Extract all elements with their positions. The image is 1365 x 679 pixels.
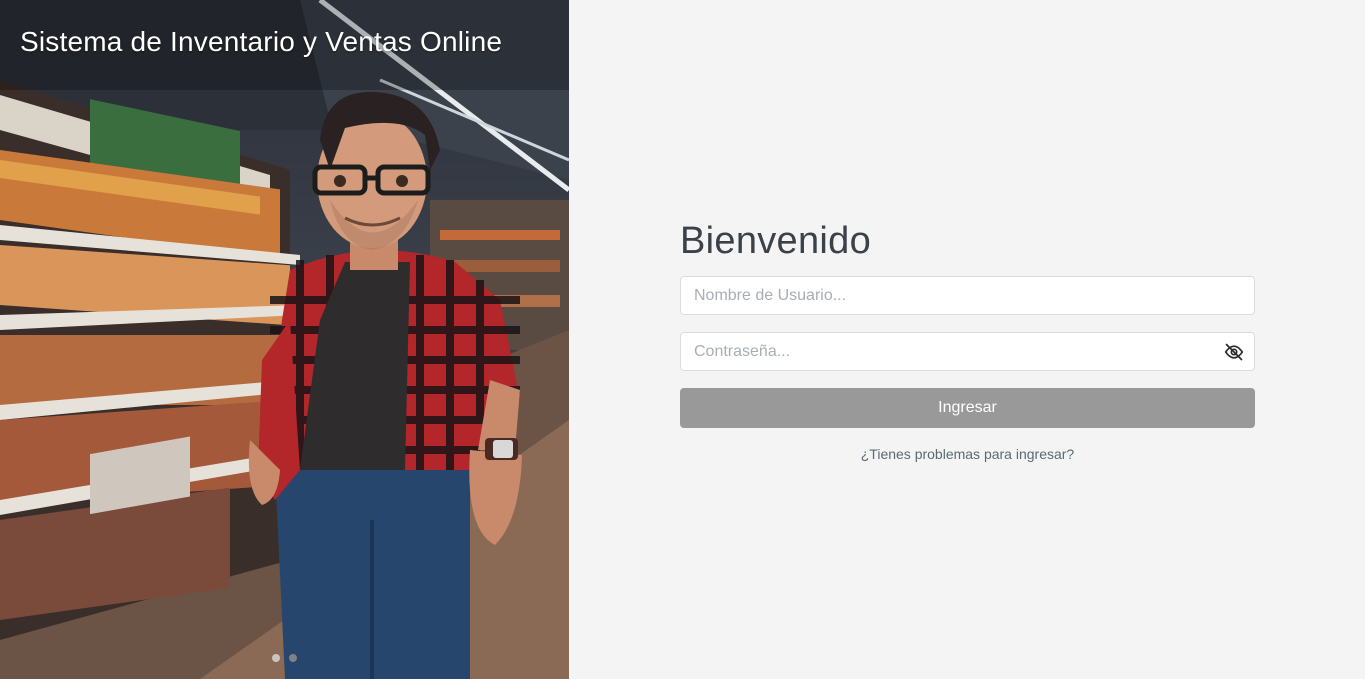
app-title: Sistema de Inventario y Ventas Online <box>20 26 503 57</box>
hero-panel: Sistema de Inventario y Ventas Online <box>0 0 569 679</box>
password-input[interactable] <box>681 333 1254 370</box>
welcome-heading: Bienvenido <box>680 220 872 262</box>
carousel-dot-2[interactable] <box>289 654 297 662</box>
carousel-dot-1[interactable] <box>272 654 280 662</box>
login-form: Bienvenido Ingresar ¿Tienes problemas pa… <box>680 220 1255 462</box>
eye-off-icon[interactable] <box>1224 342 1244 362</box>
username-input[interactable] <box>681 277 1254 314</box>
hero-image <box>0 0 569 679</box>
login-button[interactable]: Ingresar <box>680 388 1255 428</box>
carousel-indicators <box>272 654 297 662</box>
help-link[interactable]: ¿Tienes problemas para ingresar? <box>680 446 1255 462</box>
username-field <box>680 276 1255 315</box>
password-field <box>680 332 1255 371</box>
